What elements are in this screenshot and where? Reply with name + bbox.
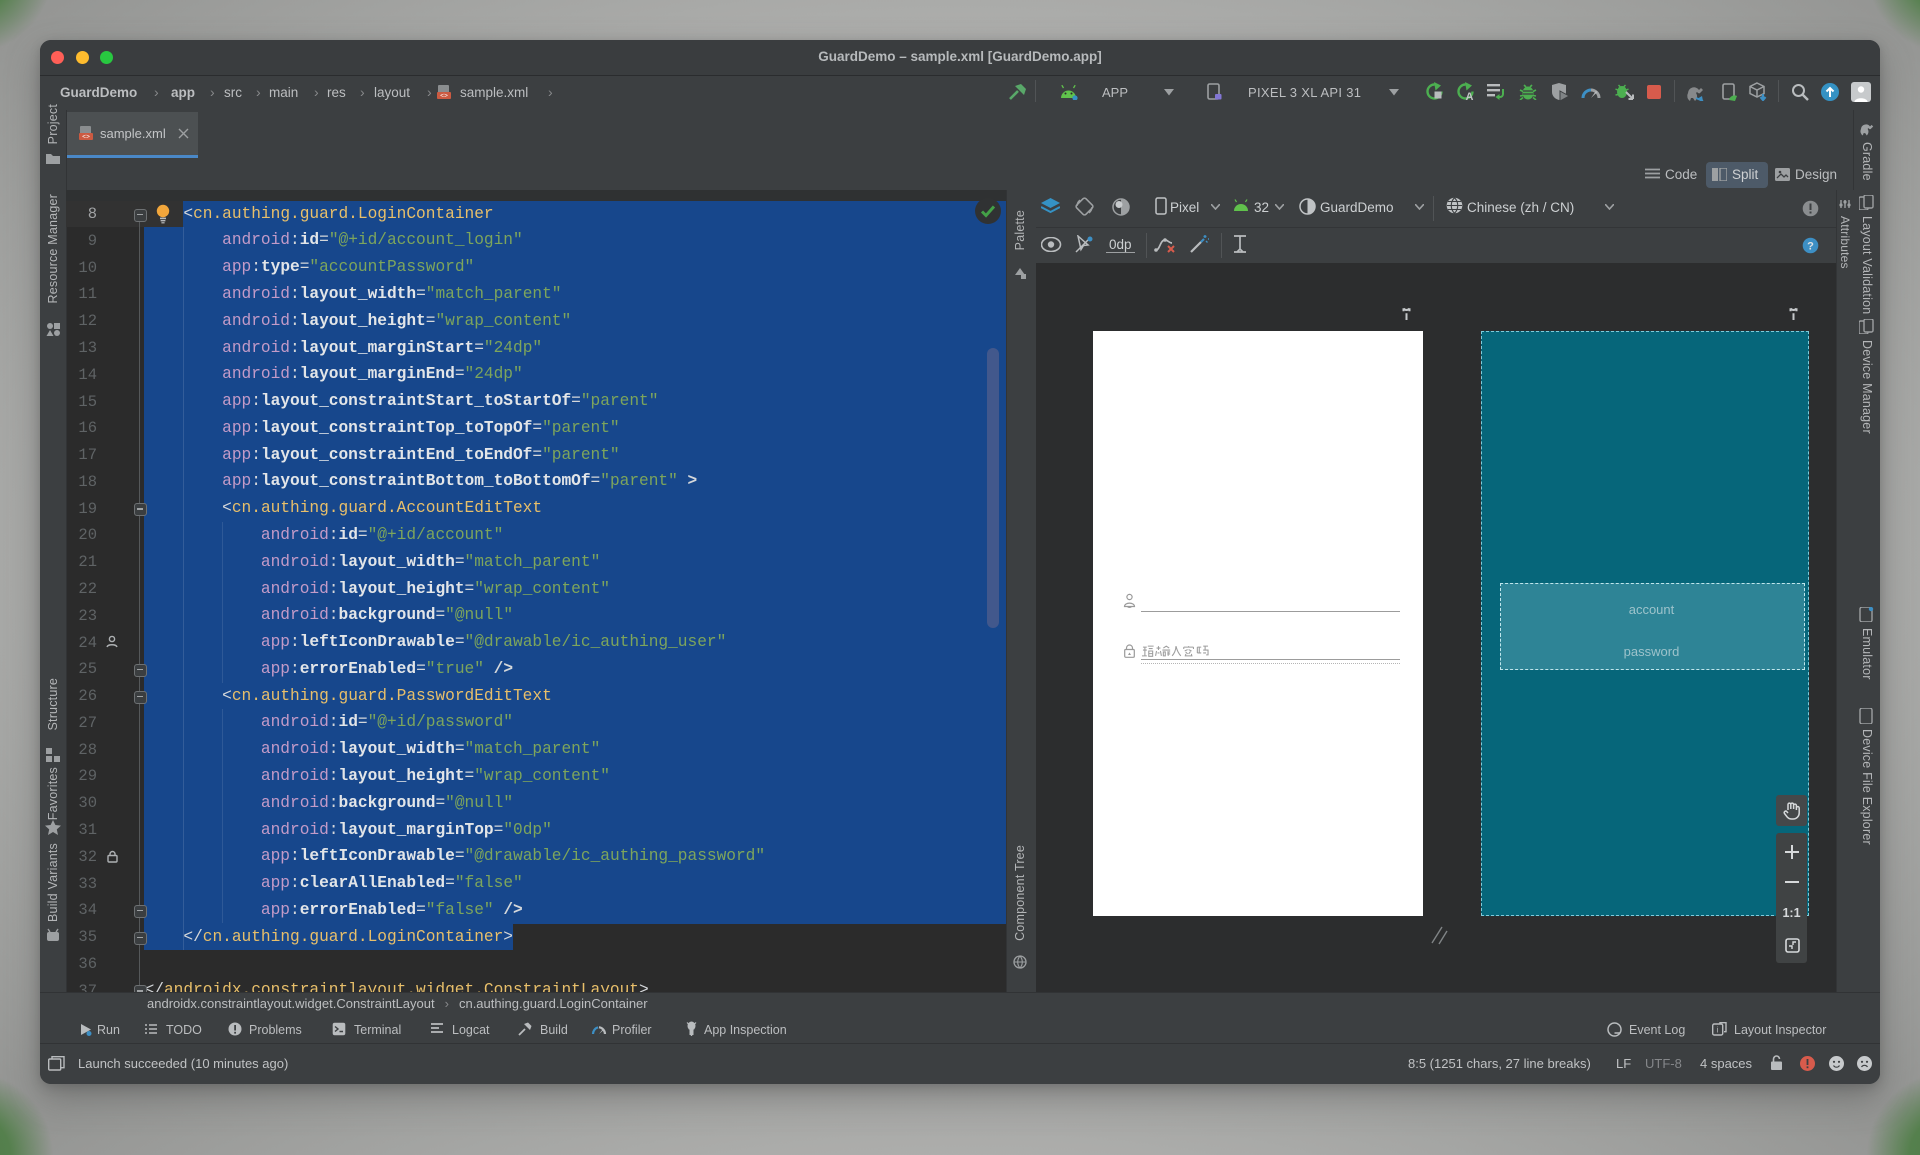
svg-text:?: ? (1807, 241, 1814, 253)
svg-text:<>: <> (82, 134, 90, 141)
svg-text:<>: <> (440, 93, 448, 100)
svg-text:i: i (1717, 1026, 1719, 1035)
svg-text:A: A (1466, 91, 1474, 101)
